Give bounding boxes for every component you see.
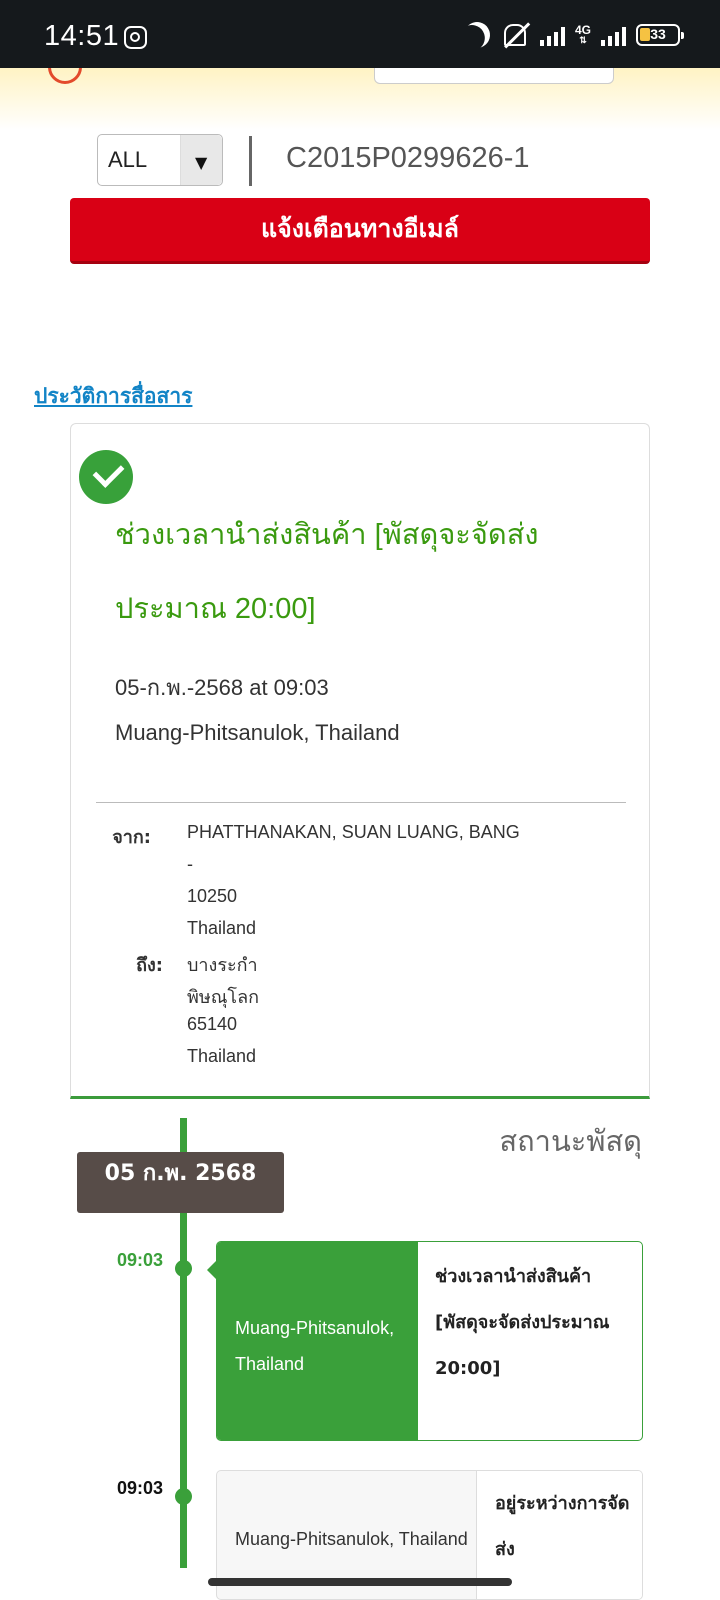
- event-time: 09:03: [117, 1250, 164, 1270]
- event-location-panel: Muang-Phitsanulok, Thailand: [217, 1242, 418, 1440]
- event-status: ช่วงเวลานำส่งสินค้า [พัสดุจะจัดส่งประมาณ…: [435, 1266, 610, 1379]
- status-summary-card: ช่วงเวลานำส่งสินค้า [พัสดุจะจัดส่งประมาณ…: [70, 423, 650, 1099]
- status-title: ช่วงเวลานำส่งสินค้า [พัสดุจะจัดส่งประมาณ…: [115, 519, 539, 625]
- filter-select[interactable]: ALL ▼: [97, 134, 223, 186]
- to-line: 65140: [187, 1014, 238, 1034]
- status-time: 14:51: [44, 20, 120, 52]
- globe-icon[interactable]: [48, 68, 82, 84]
- signal-icon: [539, 24, 565, 46]
- from-line: 10250: [187, 886, 238, 906]
- timeline-dot: [175, 1488, 192, 1505]
- tracking-number: C2015P0299626-1: [286, 142, 530, 174]
- card-divider: [96, 802, 626, 803]
- from-line: Thailand: [187, 918, 257, 938]
- parcel-status-heading: สถานะพัสดุ: [499, 1124, 642, 1158]
- signal-icon-2: [601, 24, 626, 46]
- status-datetime: 05-ก.พ.-2568 at 09:03: [115, 675, 329, 700]
- instagram-icon: [124, 26, 147, 49]
- from-label: จาก:: [112, 827, 151, 848]
- home-indicator[interactable]: [208, 1578, 512, 1586]
- from-line: -: [187, 854, 193, 874]
- from-line: PHATTHANAKAN, SUAN LUANG, BANG: [187, 822, 520, 842]
- network-type: 4G ⇅: [574, 23, 591, 45]
- to-line: Thailand: [187, 1046, 257, 1066]
- do-not-disturb-icon: [459, 17, 495, 53]
- status-location: Muang-Phitsanulok, Thailand: [115, 720, 400, 745]
- timeline-event[interactable]: Muang-Phitsanulok, Thailand ช่วงเวลานำส่…: [216, 1241, 643, 1441]
- event-status: อยู่ระหว่างการจัดส่ง: [495, 1493, 630, 1560]
- to-line: พิษณุโลก: [187, 987, 260, 1007]
- battery-icon: 33: [636, 24, 684, 46]
- to-label: ถึง:: [136, 955, 163, 976]
- status-bar: 14:51 4G ⇅ 33: [0, 0, 720, 68]
- mute-icon: [500, 22, 530, 48]
- communication-history-link[interactable]: ประวัติการสื่อสาร: [34, 380, 192, 413]
- network-label: 4G: [574, 23, 591, 37]
- status-icons: 4G ⇅ 33: [464, 18, 684, 52]
- check-icon: [79, 450, 133, 504]
- event-time: 09:03: [117, 1478, 164, 1498]
- filter-dropdown-button[interactable]: ▼: [180, 135, 222, 185]
- filter-selected-value: ALL: [108, 147, 148, 172]
- dropdown-arrow-icon: ▼: [195, 153, 208, 172]
- site-header: [0, 68, 720, 130]
- timeline-date-badge: 05 ก.พ. 2568: [77, 1152, 284, 1213]
- battery-level: 33: [650, 26, 666, 42]
- timeline-dot-active: [175, 1260, 192, 1277]
- divider: [249, 136, 252, 186]
- event-location: Muang-Phitsanulok, Thailand: [235, 1318, 395, 1374]
- email-notify-button[interactable]: แจ้งเตือนทางอีเมล์: [70, 198, 650, 264]
- to-line: บางระกำ: [187, 955, 258, 975]
- header-search-input[interactable]: [374, 68, 614, 84]
- event-location: Muang-Phitsanulok, Thailand: [235, 1529, 468, 1549]
